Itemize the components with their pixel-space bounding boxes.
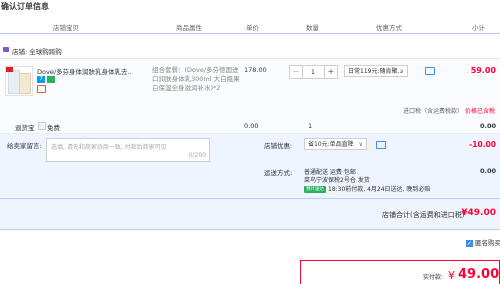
shop-name[interactable]: 店铺: 全球购跨购	[12, 46, 62, 56]
payment-amount: 49.00	[458, 267, 500, 282]
shop-total-row: 店铺合计(含运费和进口税) ¥49.00	[0, 199, 500, 230]
promotion-select[interactable]: 日常119元:随肯聚... ∨	[344, 65, 408, 77]
delivery-fee: 0.00	[479, 167, 496, 175]
import-tax-label: 进口税（含运费税款）	[403, 108, 464, 115]
chevron-down-icon: ∨	[358, 141, 363, 148]
col-attributes: 商品属性	[176, 24, 202, 32]
table-header: 店铺宝贝 商品属性 单价 数量 优惠方式 小计	[0, 19, 500, 34]
message-placeholder: 选填, 请先和商家协商一致, 付款后商家可见	[51, 144, 167, 151]
col-subtotal: 小计	[472, 24, 485, 32]
promise-badge: 预计送达	[304, 186, 326, 193]
anonymous-checkbox[interactable]: ✓	[466, 239, 473, 247]
seven-day-return-icon: 7	[37, 76, 45, 83]
chevron-down-icon: ∨	[399, 68, 404, 75]
increment-button[interactable]: +	[324, 66, 337, 78]
coupon-label: 店铺优惠:	[264, 142, 293, 150]
shop-row: 店铺: 全球购跨购	[0, 44, 500, 56]
return-insurance-label: 退货宝	[15, 124, 35, 132]
anonymous-purchase[interactable]: ✓ 匿名购买	[466, 237, 500, 247]
bottle-image-2	[19, 73, 31, 94]
coupon-select[interactable]: 省10元:单品直降 ∨	[304, 138, 367, 150]
message-input[interactable]: 选填, 请先和商家协商一致, 付款后商家可见 0/200	[46, 138, 210, 162]
return-insurance-price: 0.00	[244, 122, 259, 130]
payment-summary: 实付款: ¥ 49.00	[300, 260, 500, 284]
product-name-link[interactable]: Dove/多芬身体润肤乳身体乳去...	[37, 66, 132, 76]
message-label: 给卖家留言:	[7, 142, 42, 150]
coupon-value: 省10元:单品直降	[308, 141, 354, 148]
delivery-eta: 18:30前付款, 4月24日送达, 晚到必赔	[328, 186, 431, 193]
shop-total-label: 店铺合计(含运费和进口税)	[382, 211, 465, 219]
col-shop-item: 店铺宝贝	[53, 24, 79, 32]
order-item-row: Dove/多芬身体润肤乳身体乳去... 7 组合套餐：(Dove/多芬德国进口润…	[0, 58, 500, 123]
tax-included-link[interactable]: 价格已含税	[465, 106, 495, 115]
return-insurance-option: 免费	[47, 124, 60, 132]
return-insurance-qty: 1	[308, 122, 313, 130]
item-subtotal: 59.00	[470, 66, 496, 75]
message-char-counter: 0/200	[188, 152, 206, 159]
payment-label: 实付款:	[423, 274, 444, 281]
guarantee-icon	[47, 76, 55, 83]
col-unit-price: 单价	[246, 24, 259, 32]
chat-icon[interactable]	[376, 141, 386, 149]
order-options-panel: 给卖家留言: 选填, 请先和商家协商一致, 付款后商家可见 0/200 店铺优惠…	[0, 134, 500, 199]
return-insurance-row: 退货宝 免费 0.00 1 0.00	[0, 119, 500, 134]
col-quantity: 数量	[306, 24, 319, 32]
return-insurance-checkbox[interactable]	[38, 122, 46, 130]
quantity-stepper: − 1 +	[289, 65, 338, 79]
payment-currency: ¥	[448, 269, 455, 282]
col-promotion: 优惠方式	[376, 24, 402, 32]
shop-icon	[3, 47, 9, 52]
product-flag-icon	[6, 67, 13, 72]
coupon-discount: -10.00	[469, 140, 496, 149]
product-attributes: 组合套餐：(Dove/多芬德国进口润肤身体乳300ml 大白瓶果白保湿全身滋润补…	[152, 66, 240, 92]
service-icon	[37, 85, 46, 93]
chat-icon[interactable]	[425, 67, 435, 75]
shop-total-value: ¥49.00	[461, 208, 496, 218]
anonymous-label: 匿名购买	[475, 239, 500, 247]
delivery-warehouse: 菜鸟宁波保税2号仓 发货	[304, 177, 370, 184]
delivery-label: 运送方式:	[264, 169, 293, 177]
unit-price: 178.00	[244, 66, 267, 74]
page-title: 确认订单信息	[1, 2, 49, 11]
delivery-promise: 预计送达 18:30前付款, 4月24日送达, 晚到必赔	[304, 184, 430, 193]
return-insurance-subtotal: 0.00	[479, 122, 496, 130]
quantity-input[interactable]: 1	[303, 66, 323, 78]
product-thumbnail[interactable]	[5, 66, 33, 96]
decrement-button[interactable]: −	[290, 66, 303, 78]
promotion-value: 日常119元:随肯聚...	[348, 68, 404, 75]
